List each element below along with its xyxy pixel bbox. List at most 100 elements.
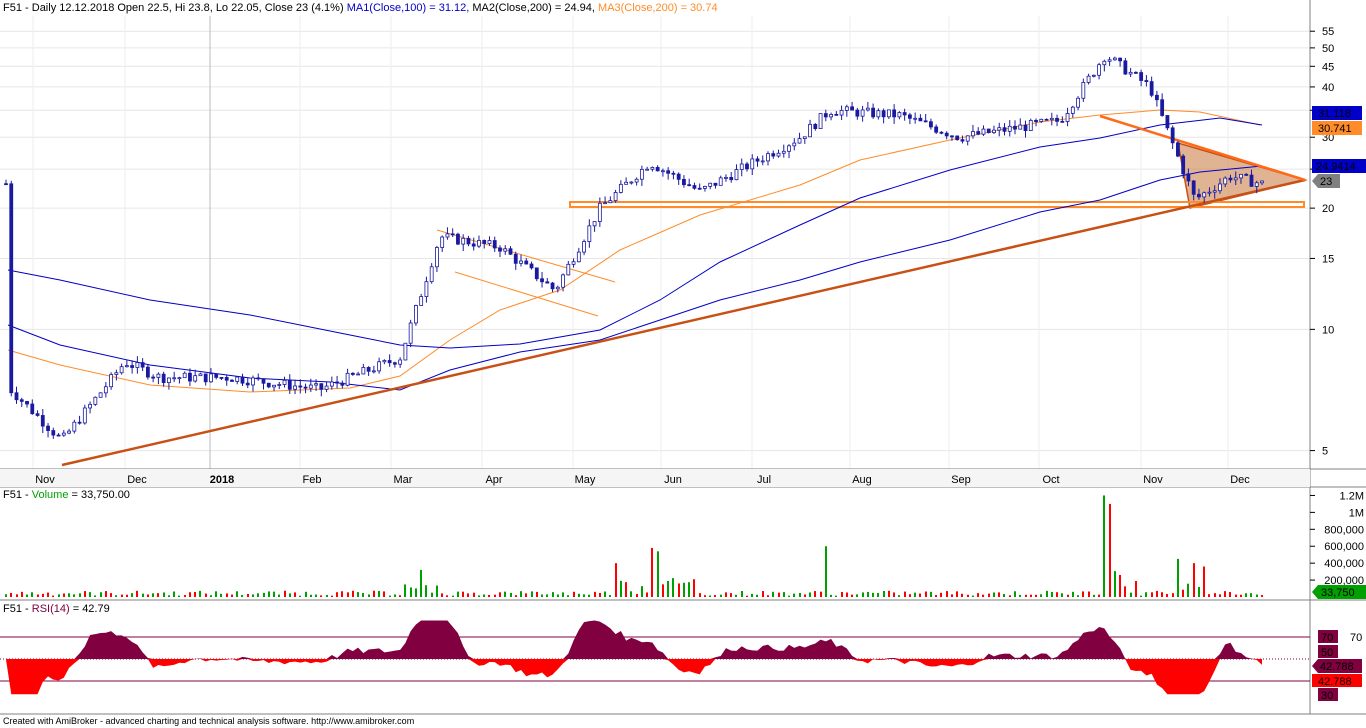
volume-bar [594, 591, 596, 597]
volume-bar [189, 592, 191, 597]
candle-body [261, 378, 266, 384]
candle-body [277, 384, 282, 386]
candle-body [298, 385, 303, 388]
candle-body [245, 382, 250, 386]
volume-bar [972, 595, 974, 597]
candle-body [650, 167, 655, 170]
volume-bar [226, 593, 228, 597]
volume-bar [820, 591, 822, 597]
candle-body [929, 121, 933, 128]
volume-bar [825, 546, 827, 597]
volume-bar [672, 578, 674, 597]
candle-body [797, 138, 802, 144]
candle-body [829, 113, 833, 118]
candle-body [1260, 180, 1264, 184]
rsi-header-sep: - [21, 603, 32, 615]
volume-bar [846, 592, 848, 597]
candle-body [135, 362, 140, 368]
candle-body [35, 413, 40, 416]
candle-body [151, 376, 156, 379]
candle-body [1170, 127, 1175, 144]
x-label-6: May [575, 474, 596, 486]
volume-bar [751, 593, 753, 597]
candle-body [61, 432, 66, 436]
close-badge-text: 23 [1320, 176, 1332, 188]
volume-bar [520, 591, 522, 597]
candle-body [881, 110, 886, 118]
volume-bar [1061, 593, 1063, 597]
volume-bar [667, 580, 669, 597]
rsi-badge-30: 30 [1318, 688, 1338, 702]
candle-body [1218, 183, 1222, 192]
header-sep: - [21, 2, 32, 14]
candle-body [103, 386, 108, 394]
candle-body [77, 421, 82, 424]
candle-body [109, 374, 114, 388]
candle-body [335, 381, 339, 384]
x-label-13: Dec [1230, 474, 1250, 486]
volume-bar [557, 594, 559, 597]
x-label-7: Jun [664, 474, 682, 486]
candle-body [1176, 142, 1180, 157]
candle-body [540, 278, 544, 283]
candle-body [182, 372, 187, 379]
price-tick-50: 50 [1322, 43, 1334, 55]
volume-bar [1003, 593, 1005, 597]
candle-body [9, 183, 14, 394]
candle-body [629, 181, 634, 184]
volume-bar [693, 579, 695, 597]
candle-body [892, 109, 897, 118]
candle-body [534, 267, 539, 280]
volume-bar [683, 582, 685, 597]
candle-body [781, 150, 786, 154]
candle-body [72, 421, 77, 432]
candle-body [618, 183, 623, 193]
volume-bar [988, 593, 990, 597]
candle-body [4, 183, 8, 186]
volume-bar [1019, 594, 1021, 597]
candle-body [1128, 71, 1133, 75]
rsi-badge-30-text: 30 [1321, 690, 1333, 702]
volume-bar [173, 591, 175, 597]
volume-bar [63, 593, 65, 597]
candle-body [1139, 72, 1144, 81]
ma3-badge-text: 30.741 [1318, 123, 1352, 135]
candle-body [403, 342, 408, 361]
volume-bar [58, 594, 60, 597]
volume-bar [699, 593, 701, 597]
volume-bar [42, 593, 44, 597]
candle-body [471, 243, 476, 247]
volume-bar [888, 590, 890, 597]
candle-body [240, 376, 245, 384]
candle-body [513, 253, 518, 264]
candle-body [1023, 124, 1028, 131]
x-label-12: Nov [1143, 474, 1163, 486]
volume-bar [630, 591, 632, 597]
volume-bar [1245, 593, 1247, 597]
candle-body [1197, 193, 1201, 198]
volume-bar [284, 590, 286, 597]
volume-bar [441, 593, 443, 597]
candle-body [156, 373, 161, 378]
candle-body [209, 373, 213, 383]
volume-bar [305, 591, 307, 597]
volume-bar [620, 580, 622, 597]
volume-bar [1198, 587, 1200, 597]
candle-body [51, 430, 56, 436]
volume-bar [562, 592, 564, 597]
volume-bar [467, 593, 469, 597]
rsi-badge-70: 70 [1318, 630, 1338, 644]
rsi-value-badge-2-text: 42.788 [1318, 676, 1352, 688]
volume-bar [425, 585, 427, 597]
candle-body [193, 375, 198, 382]
volume-bar [299, 595, 301, 597]
candle-body [760, 160, 765, 163]
candle-body [608, 200, 613, 204]
volume-header-sep: - [21, 489, 32, 501]
candle-body [414, 305, 418, 324]
candle-body [1133, 71, 1138, 74]
volume-bar [420, 569, 422, 597]
volume-bar [741, 590, 743, 597]
volume-bar [399, 595, 401, 597]
candle-body [624, 181, 629, 185]
